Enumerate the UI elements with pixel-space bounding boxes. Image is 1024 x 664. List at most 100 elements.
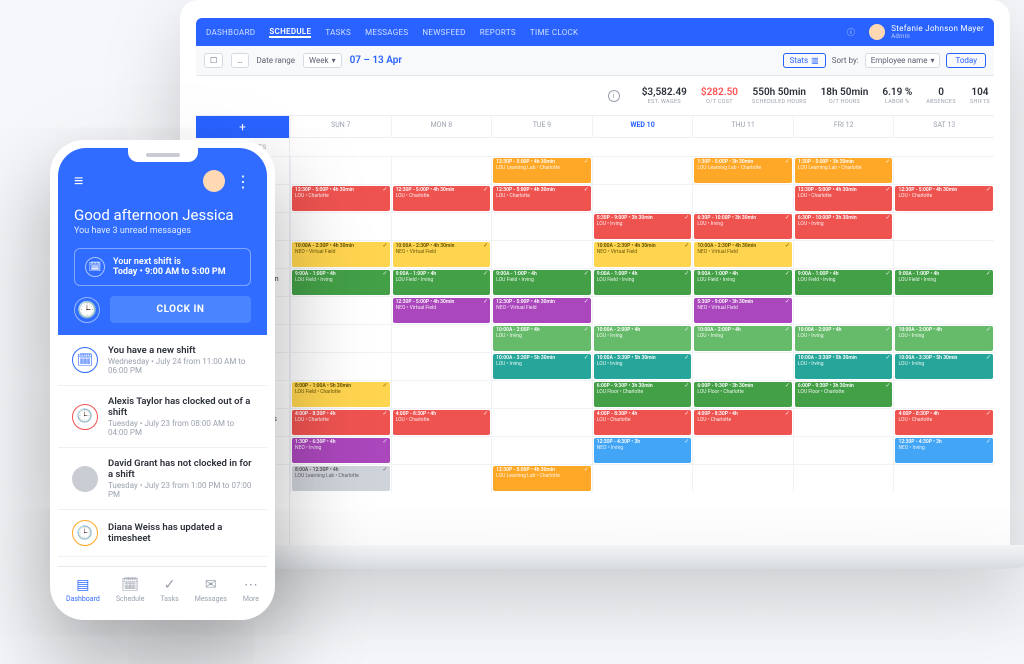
schedule-cell[interactable] (491, 437, 592, 464)
schedule-cell[interactable]: ✓10:00A - 2:30P • 4h 30minNEO • Virtual … (592, 241, 693, 268)
menu-icon[interactable]: ≡ (74, 171, 83, 191)
schedule-cell[interactable]: ✓4:00P - 8:30P • 4hLOU • Charlotte (893, 409, 994, 436)
shift-block[interactable]: ✓6:30P - 10:00P • 3h 30minLOU • Irving (694, 214, 792, 239)
shift-block[interactable]: ✓12:30P - 5:00P • 4h 30minLOU Learning L… (493, 466, 591, 491)
schedule-cell[interactable]: ✓1:30P - 6:30P • 4hNEO • Irving (290, 437, 391, 464)
shift-block[interactable]: ✓10:00A - 3:30P • 5h 30minLOU • Irving (594, 354, 692, 379)
shift-block[interactable]: ✓12:30P - 5:00P • 4h 30minLOU Learning L… (493, 158, 591, 183)
schedule-cell[interactable] (592, 185, 693, 212)
feed-item[interactable]: 🕒Alexis Taylor has clocked out of a shif… (58, 386, 267, 448)
nav-schedule[interactable]: SCHEDULE (269, 27, 311, 38)
shift-block[interactable]: ✓10:00A - 3:30P • 5h 30minLOU • Irving (493, 354, 591, 379)
schedule-cell[interactable]: ✓9:00A - 1:00P • 4hLOU Field • Irving (893, 269, 994, 296)
avatar[interactable] (203, 170, 225, 192)
shift-block[interactable]: ✓6:30P - 10:00P • 3h 30minLOU • Irving (795, 214, 893, 239)
schedule-cell[interactable]: ✓4:00P - 8:30P • 4hLOU • Charlotte (290, 409, 391, 436)
schedule-cell[interactable]: ✓10:00A - 2:00P • 4hLOU • Irving (893, 325, 994, 352)
schedule-cell[interactable]: ✓10:00A - 2:00P • 4hLOU • Irving (592, 325, 693, 352)
schedule-cell[interactable] (692, 353, 793, 380)
schedule-cell[interactable] (391, 353, 492, 380)
nav-newsfeed[interactable]: NEWSFEED (422, 28, 465, 37)
shift-block[interactable]: ✓4:00P - 8:30P • 4hLOU • Charlotte (594, 410, 692, 435)
shift-block[interactable]: ✓1:30P - 6:30P • 4hNEO • Irving (292, 438, 390, 463)
nav-dashboard[interactable]: DASHBOARD (206, 28, 255, 37)
shift-block[interactable]: ✓12:30P - 5:00P • 4h 30minLOU • Charlott… (292, 186, 390, 211)
schedule-cell[interactable] (893, 241, 994, 268)
schedule-cell[interactable]: ✓12:30P - 5:00P • 4h 30minLOU Learning L… (491, 465, 592, 492)
schedule-cell[interactable]: ✓6:30P - 10:00P • 3h 30minLOU • Irving (692, 213, 793, 240)
feed-item[interactable]: David Grant has not clocked in for a shi… (58, 448, 267, 510)
info-icon[interactable]: i (608, 90, 620, 102)
shift-block[interactable]: ✓10:00A - 2:30P • 4h 30minNEO • Virtual … (393, 242, 491, 267)
schedule-cell[interactable]: ✓1:30P - 5:00P • 3h 30minLOU Learning La… (692, 157, 793, 184)
shift-block[interactable]: ✓8:00P - 1:00A • 5h 30minLOU Field • Cha… (292, 382, 390, 407)
nav-reports[interactable]: REPORTS (480, 28, 516, 37)
schedule-cell[interactable]: ✓12:30P - 5:00P • 4h 30minLOU • Charlott… (491, 185, 592, 212)
shift-block[interactable]: ✓5:30P - 9:00P • 3h 30minLOU • Irving (594, 214, 692, 239)
shift-block[interactable]: ✓10:00A - 2:00P • 4hLOU • Irving (493, 326, 591, 351)
schedule-cell[interactable]: ✓10:00A - 2:00P • 4hLOU • Irving (793, 325, 894, 352)
schedule-cell[interactable]: ✓4:00P - 8:30P • 4hLOU • Charlotte (592, 409, 693, 436)
schedule-cell[interactable] (692, 465, 793, 492)
schedule-cell[interactable] (391, 437, 492, 464)
schedule-cell[interactable]: ✓12:30P - 5:00P • 4h 30minLOU Learning L… (491, 157, 592, 184)
schedule-cell[interactable] (491, 409, 592, 436)
shift-block[interactable]: ✓9:00A - 1:00P • 4hLOU Field • Irving (895, 270, 993, 295)
schedule-cell[interactable]: ✓10:00A - 3:30P • 5h 30minLOU • Irving (592, 353, 693, 380)
shift-block[interactable]: ✓6:00P - 9:30P • 3h 30minLOU Floor • Cha… (594, 382, 692, 407)
sort-select[interactable]: Employee name ▾ (865, 53, 941, 68)
add-shift-button[interactable]: + (196, 116, 289, 138)
schedule-cell[interactable] (491, 241, 592, 268)
shift-block[interactable]: ✓4:00P - 8:30P • 4hLOU • Charlotte (895, 410, 993, 435)
schedule-cell[interactable] (290, 297, 391, 324)
shift-block[interactable]: ✓9:00A - 1:00P • 4hLOU Field • Irving (795, 270, 893, 295)
range-select[interactable]: Week ▾ (303, 53, 342, 68)
shift-block[interactable]: ✓10:00A - 2:00P • 4hLOU • Irving (895, 326, 993, 351)
nav-tasks[interactable]: TASKS (325, 28, 351, 37)
schedule-cell[interactable]: ✓5:30P - 9:00P • 3h 30minNEO • Virtual F… (692, 297, 793, 324)
schedule-cell[interactable]: ✓12:30P - 5:00P • 4h 30minLOU • Charlott… (893, 185, 994, 212)
schedule-cell[interactable]: ✓12:30P - 5:00P • 4h 30minNEO • Virtual … (491, 297, 592, 324)
shift-block[interactable]: ✓12:30P - 5:00P • 4h 30minLOU • Charlott… (895, 186, 993, 211)
schedule-cell[interactable] (793, 241, 894, 268)
schedule-cell[interactable] (290, 157, 391, 184)
schedule-cell[interactable]: ✓6:30P - 10:00P • 3h 30minLOU • Irving (793, 213, 894, 240)
schedule-cell[interactable]: ✓6:00P - 9:30P • 3h 30minLOU Floor • Cha… (592, 381, 693, 408)
schedule-cell[interactable] (592, 297, 693, 324)
shift-block[interactable]: ✓9:00A - 1:00P • 4hLOU Field • Irving (393, 270, 491, 295)
shift-block[interactable]: ✓9:00A - 1:00P • 4hLOU Field • Irving (594, 270, 692, 295)
more-icon[interactable]: ⋮ (235, 172, 251, 191)
schedule-cell[interactable] (290, 325, 391, 352)
schedule-cell[interactable] (793, 465, 894, 492)
schedule-cell[interactable]: ✓10:00A - 2:00P • 4hLOU • Irving (692, 325, 793, 352)
schedule-cell[interactable] (391, 157, 492, 184)
schedule-cell[interactable] (692, 185, 793, 212)
shift-block[interactable]: ✓12:30P - 4:30P • 3hNEO • Irving (895, 438, 993, 463)
shift-block[interactable]: ✓1:30P - 5:00P • 3h 30minLOU Learning La… (795, 158, 893, 183)
shift-block[interactable]: ✓12:30P - 5:00P • 4h 30minNEO • Virtual … (393, 298, 491, 323)
schedule-cell[interactable]: ✓12:30P - 4:30P • 3hNEO • Irving (893, 437, 994, 464)
schedule-cell[interactable] (793, 297, 894, 324)
schedule-cell[interactable]: ✓10:00A - 3:30P • 5h 30minLOU • Irving (793, 353, 894, 380)
schedule-cell[interactable] (692, 437, 793, 464)
tab-schedule[interactable]: 🗓Schedule (116, 577, 145, 603)
schedule-cell[interactable] (893, 381, 994, 408)
stats-toggle[interactable]: Stats ▥ (783, 53, 826, 68)
schedule-cell[interactable]: ✓6:00P - 9:30P • 3h 30minLOU Floor • Cha… (793, 381, 894, 408)
shift-block[interactable]: ✓1:30P - 5:00P • 3h 30minLOU Learning La… (694, 158, 792, 183)
today-button[interactable]: Today (946, 53, 986, 68)
schedule-cell[interactable]: ✓10:00A - 2:00P • 4hLOU • Irving (491, 325, 592, 352)
next-shift-card[interactable]: 🗓 Your next shift is Today • 9:00 AM to … (74, 248, 251, 286)
schedule-cell[interactable]: ✓8:00P - 1:00A • 5h 30minLOU Field • Cha… (290, 381, 391, 408)
schedule-cell[interactable] (290, 353, 391, 380)
schedule-cell[interactable]: ✓10:00A - 3:30P • 5h 30minLOU • Irving (491, 353, 592, 380)
schedule-cell[interactable]: ✓9:00A - 1:00P • 4hLOU Field • Irving (692, 269, 793, 296)
schedule-cell[interactable]: ✓9:00A - 1:00P • 4hLOU Field • Irving (491, 269, 592, 296)
schedule-cell[interactable]: ✓10:00A - 2:30P • 4h 30minNEO • Virtual … (391, 241, 492, 268)
schedule-cell[interactable]: ✓4:00P - 8:30P • 4hLOU • Charlotte (391, 409, 492, 436)
schedule-cell[interactable]: ✓6:00P - 9:30P • 3h 30minLOU Floor • Cha… (692, 381, 793, 408)
shift-block[interactable]: ✓10:00A - 2:30P • 4h 30minNEO • Virtual … (694, 242, 792, 267)
schedule-cell[interactable]: ✓12:30P - 5:00P • 4h 30minNEO • Virtual … (391, 297, 492, 324)
schedule-cell[interactable] (391, 325, 492, 352)
shift-block[interactable]: ✓12:30P - 5:00P • 4h 30minNEO • Virtual … (493, 298, 591, 323)
